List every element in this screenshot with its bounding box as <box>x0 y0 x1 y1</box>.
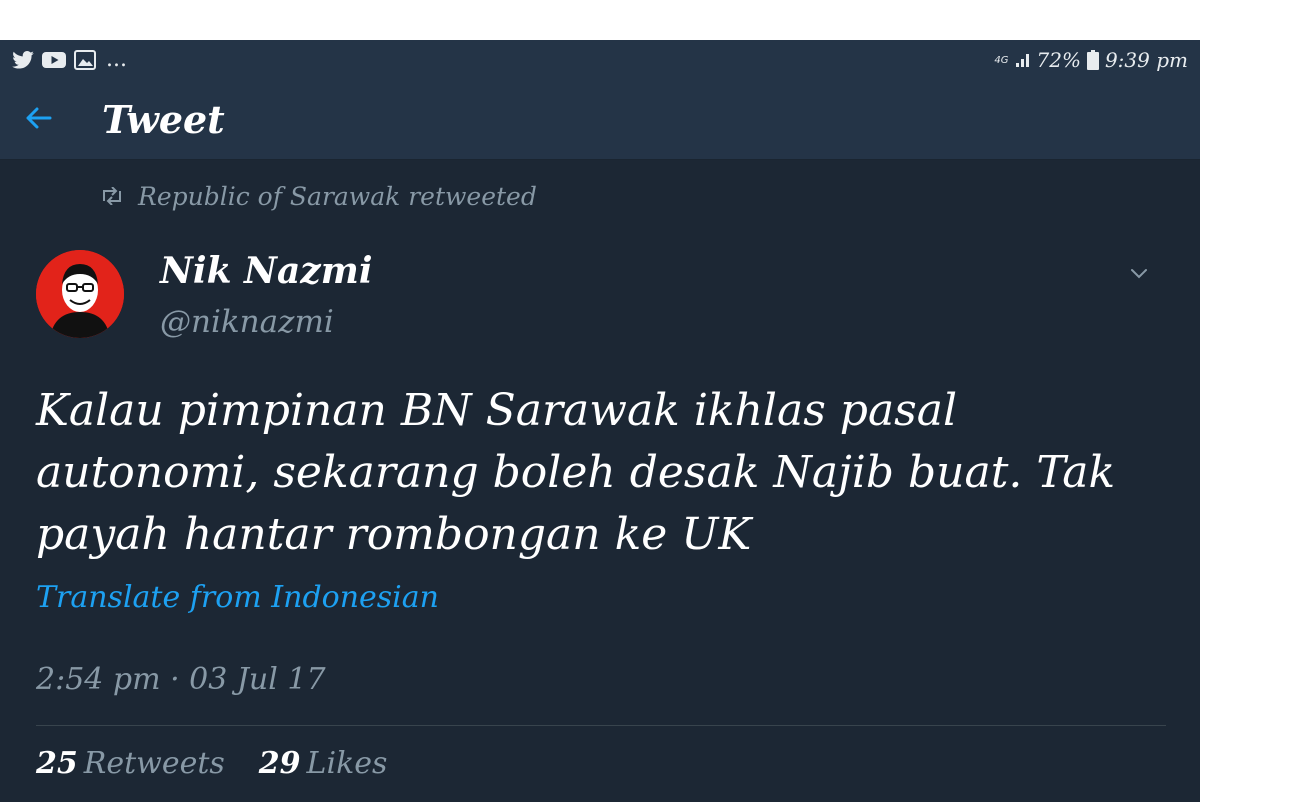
retweets-count: 25 <box>36 746 78 781</box>
network-indicator: 4G <box>994 54 1009 66</box>
chevron-down-icon <box>1124 269 1154 292</box>
tweet-screen: ... 4G 72% 9:39 pm Tweet Republic of Sar… <box>0 40 1200 802</box>
signal-icon <box>1015 52 1031 68</box>
image-icon <box>74 50 96 70</box>
back-button[interactable] <box>0 80 76 160</box>
translate-link[interactable]: Translate from Indonesian <box>36 580 439 615</box>
tweet-options-button[interactable] <box>1124 258 1154 288</box>
page-title: Tweet <box>102 97 225 142</box>
back-arrow-icon <box>24 106 52 134</box>
app-header: Tweet <box>0 80 1200 160</box>
retweets-stat[interactable]: 25 Retweets <box>36 746 225 781</box>
battery-icon <box>1086 50 1099 70</box>
likes-stat[interactable]: 29 Likes <box>259 746 388 781</box>
status-bar: ... 4G 72% 9:39 pm <box>0 40 1200 80</box>
retweet-icon <box>100 182 124 211</box>
clock: 9:39 pm <box>1104 48 1188 72</box>
avatar[interactable] <box>36 250 124 338</box>
tweet-timestamp: 2:54 pm · 03 Jul 17 <box>36 662 326 697</box>
system-status: 4G 72% 9:39 pm <box>994 48 1188 72</box>
likes-count: 29 <box>258 746 301 781</box>
notification-overflow: ... <box>106 47 127 72</box>
author-name[interactable]: Nik Nazmi <box>160 250 373 292</box>
twitter-icon <box>12 51 34 69</box>
retweet-context[interactable]: Republic of Sarawak retweeted <box>100 182 537 211</box>
youtube-icon <box>42 51 66 69</box>
tweet-text: Kalau pimpinan BN Sarawak ikhlas pasal a… <box>36 385 1116 560</box>
divider <box>36 725 1166 726</box>
tweet-stats: 25 Retweets 29 Likes <box>36 746 387 781</box>
battery-percent: 72% <box>1036 48 1081 72</box>
retweets-label: Retweets <box>83 746 225 781</box>
author-handle[interactable]: @niknazmi <box>160 304 334 340</box>
notification-icons: ... <box>12 49 127 71</box>
retweeted-by-text: Republic of Sarawak retweeted <box>138 182 537 211</box>
likes-label: Likes <box>306 746 388 781</box>
